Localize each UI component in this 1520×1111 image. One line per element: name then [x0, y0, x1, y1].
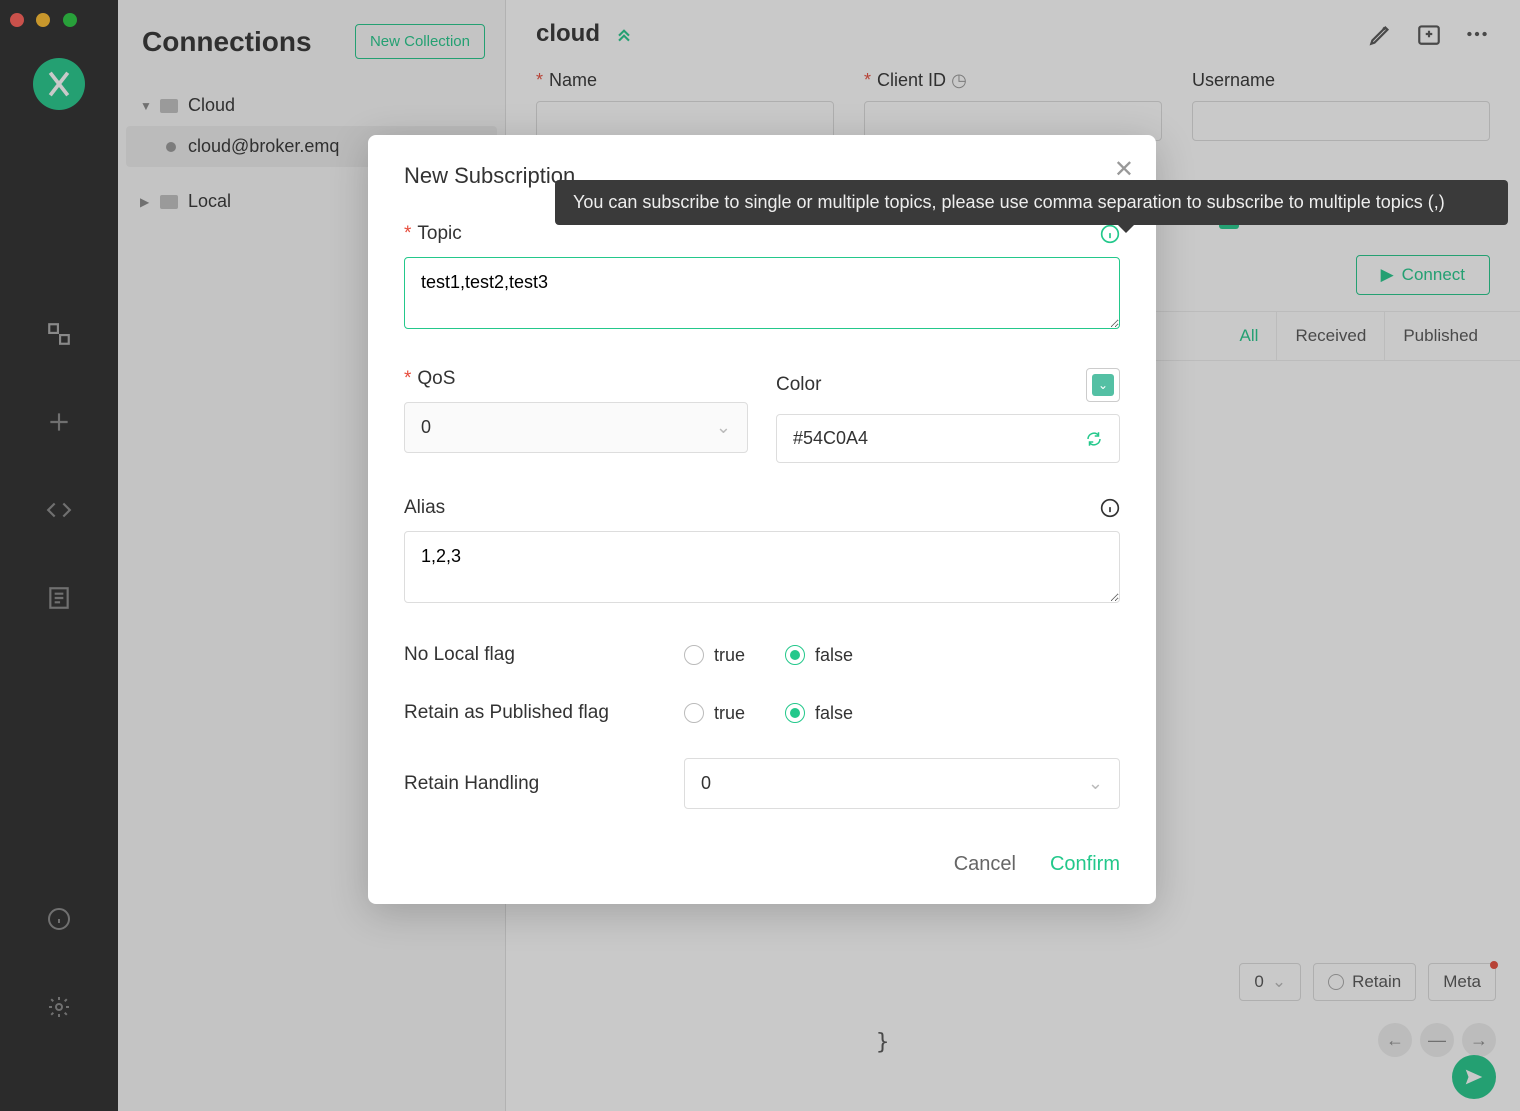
nolocal-false-radio[interactable]: false	[785, 645, 853, 666]
color-label: Color	[776, 374, 821, 396]
topic-input[interactable]	[404, 257, 1120, 329]
alias-input[interactable]	[404, 531, 1120, 603]
rh-label: Retain Handling	[404, 773, 644, 795]
confirm-button[interactable]: Confirm	[1050, 853, 1120, 876]
color-input[interactable]: #54C0A4	[776, 414, 1120, 463]
new-subscription-modal: New Subscription ✕ *Topic *QoS 0 ⌄ Color…	[368, 135, 1156, 904]
rap-false-radio[interactable]: false	[785, 703, 853, 724]
nolocal-label: No Local flag	[404, 644, 644, 666]
color-swatch[interactable]: ⌄	[1086, 368, 1120, 402]
chevron-down-icon: ⌄	[716, 417, 731, 438]
refresh-icon[interactable]	[1085, 430, 1103, 448]
cancel-button[interactable]: Cancel	[954, 853, 1016, 876]
topic-tooltip: You can subscribe to single or multiple …	[555, 180, 1508, 225]
qos-select[interactable]: 0 ⌄	[404, 402, 748, 453]
nolocal-true-radio[interactable]: true	[684, 645, 745, 666]
alias-label: Alias	[404, 497, 445, 519]
chevron-down-icon: ⌄	[1088, 773, 1103, 794]
rap-true-radio[interactable]: true	[684, 703, 745, 724]
topic-label: *Topic	[404, 223, 462, 245]
rh-select[interactable]: 0 ⌄	[684, 758, 1120, 809]
rap-label: Retain as Published flag	[404, 702, 644, 724]
qos-label: *QoS	[404, 368, 455, 390]
info-icon[interactable]	[1100, 498, 1120, 518]
